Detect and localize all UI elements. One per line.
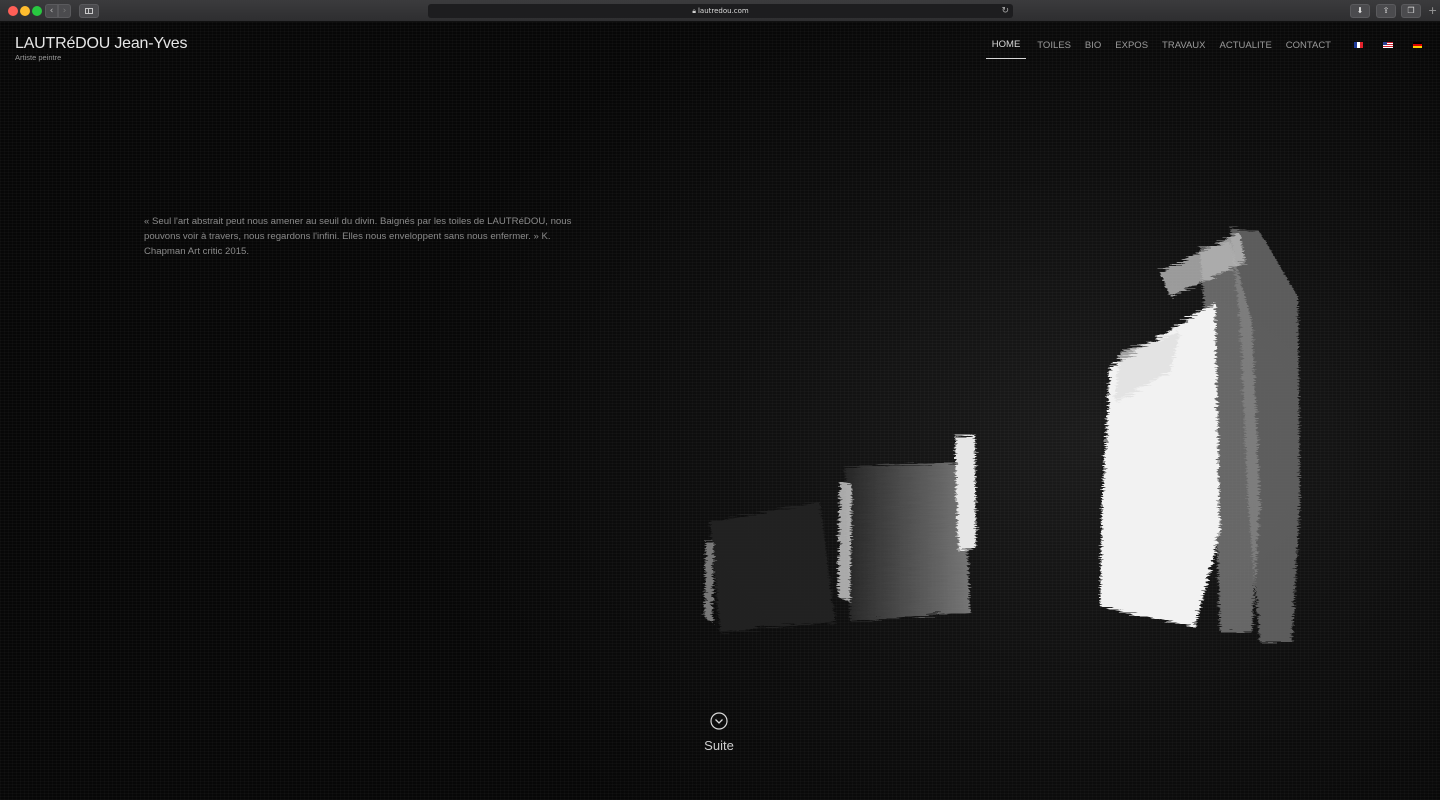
hero-quote: « Seul l'art abstrait peut nous amener a… — [144, 216, 572, 257]
site-title[interactable]: LAUTRéDOU Jean-Yves — [15, 35, 187, 53]
share-icon: ⇪ — [1382, 6, 1390, 15]
close-window-button[interactable] — [8, 6, 18, 16]
flag-de-icon[interactable] — [1413, 42, 1422, 48]
nav-travaux[interactable]: TRAVAUX — [1159, 40, 1208, 59]
tabs-icon: ❐ — [1407, 6, 1415, 15]
zoom-window-button[interactable] — [32, 6, 42, 16]
downloads-button[interactable]: ⬇ — [1350, 4, 1370, 18]
nav-toiles[interactable]: TOILES — [1034, 40, 1074, 59]
site-subtitle: Artiste peintre — [15, 53, 62, 62]
nav-actualite[interactable]: ACTUALITE — [1217, 40, 1275, 59]
nav-expos[interactable]: EXPOS — [1112, 40, 1151, 59]
page: LAUTRéDOU Jean-Yves Artiste peintre HOME… — [0, 22, 1440, 800]
minimize-window-button[interactable] — [20, 6, 30, 16]
sidebar-icon — [85, 8, 93, 14]
address-bar-url: lautredou.com — [697, 7, 749, 15]
new-tab-button[interactable]: + — [1428, 5, 1437, 17]
chevron-down-circle-icon[interactable] — [710, 712, 728, 730]
reload-icon[interactable]: ↻ — [1001, 4, 1009, 18]
back-button[interactable]: ‹ — [45, 4, 58, 18]
suite-link[interactable]: Suite — [690, 738, 748, 753]
address-bar[interactable]: 🔒︎ lautredou.com ↻ — [428, 4, 1013, 18]
nav-home[interactable]: HOME — [985, 39, 1027, 59]
hero-painting — [704, 227, 1300, 642]
sidebar-toggle-button[interactable] — [79, 4, 99, 18]
browser-toolbar: ‹ › 🔒︎ lautredou.com ↻ ⬇ ⇪ ❐ + — [0, 0, 1440, 22]
main-nav: HOME TOILES BIO EXPOS TRAVAUX ACTUALITE … — [978, 39, 1422, 59]
download-icon: ⬇ — [1356, 6, 1364, 15]
chevron-left-icon: ‹ — [49, 6, 54, 16]
lock-icon: 🔒︎ — [692, 7, 696, 15]
nav-contact[interactable]: CONTACT — [1283, 40, 1334, 59]
nav-bio[interactable]: BIO — [1082, 40, 1104, 59]
chevron-right-icon: › — [62, 6, 67, 16]
forward-button[interactable]: › — [58, 4, 71, 18]
flag-us-icon[interactable] — [1383, 42, 1393, 48]
flag-fr-icon[interactable] — [1354, 42, 1363, 48]
tab-overview-button[interactable]: ❐ — [1401, 4, 1421, 18]
share-button[interactable]: ⇪ — [1376, 4, 1396, 18]
